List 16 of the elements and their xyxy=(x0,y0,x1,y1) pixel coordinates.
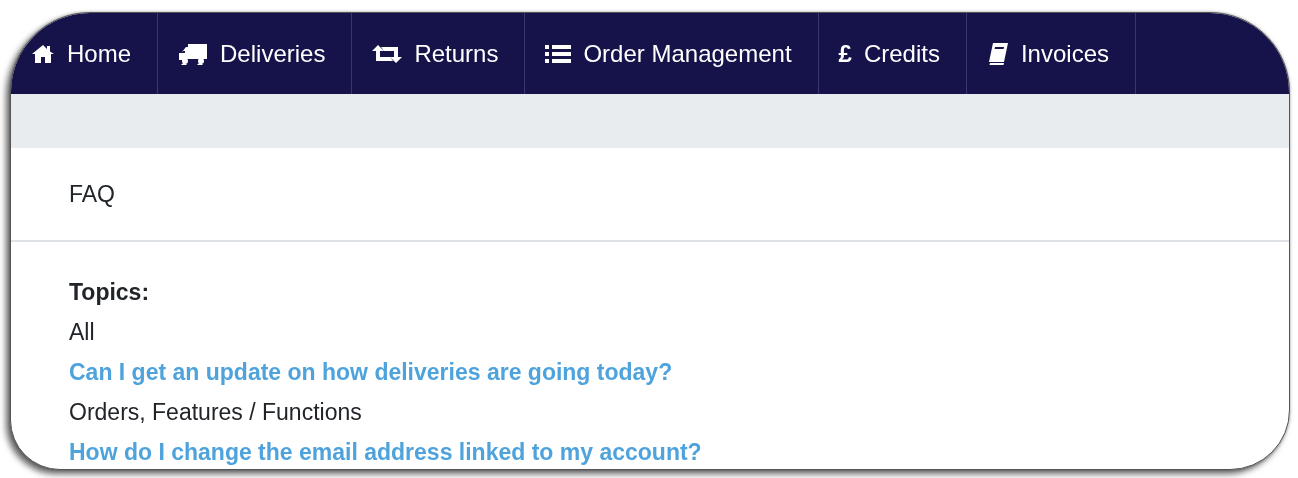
nav-label: Returns xyxy=(414,38,499,69)
nav-label: Credits xyxy=(863,38,940,69)
page-title: FAQ xyxy=(11,148,1289,242)
nav-label: Invoices xyxy=(1020,38,1109,69)
pound-sign: £ xyxy=(838,38,852,69)
home-icon xyxy=(31,43,55,64)
nav-label: Deliveries xyxy=(220,38,326,69)
arrows-icon xyxy=(372,43,403,64)
book-icon xyxy=(986,41,1009,66)
topic-label: Orders, Features / Functions xyxy=(69,399,362,425)
topic-label: All xyxy=(69,319,95,345)
truck-icon xyxy=(178,42,209,65)
nav-label: Home xyxy=(67,38,132,69)
nav-label: Order Management xyxy=(583,38,792,69)
list-icon xyxy=(545,43,572,64)
topics-heading: Topics: xyxy=(69,278,150,307)
